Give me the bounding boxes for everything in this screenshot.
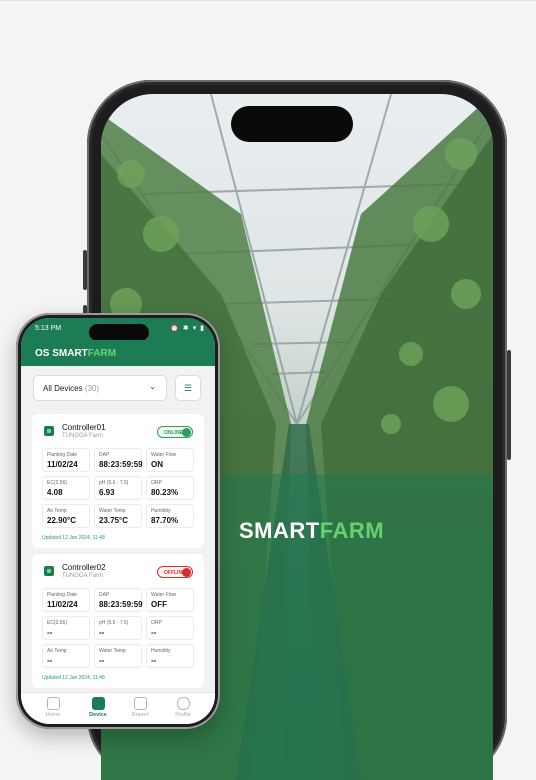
- report-icon: [133, 697, 147, 710]
- device-card[interactable]: Controller02 TUNGGA Farm OFFLINE Plantin…: [32, 554, 204, 688]
- farm-name: TUNGGA Farm: [62, 573, 104, 579]
- metric-ph: pH (5.6 - 7.5) --: [94, 616, 142, 640]
- nav-device[interactable]: Device: [80, 697, 116, 718]
- device-icon: [91, 697, 105, 710]
- filter-button[interactable]: ☰: [175, 375, 201, 401]
- metric-orp: ORP 80.23%: [146, 476, 194, 500]
- nav-report[interactable]: Report: [122, 697, 158, 718]
- metric-dap: DAP 88:23:59:59: [94, 448, 143, 472]
- device-filter-label: All Devices: [43, 384, 83, 393]
- top-divider: [0, 0, 536, 1]
- chevron-down-icon: ⌄: [149, 382, 156, 391]
- metric-water-flow: Water Flow ON: [146, 448, 194, 472]
- chip-icon: [44, 566, 54, 576]
- profile-icon: [176, 697, 190, 710]
- nav-profile[interactable]: Profile: [165, 697, 201, 718]
- filter-icon: ☰: [183, 383, 193, 393]
- metric-ec: EC(2.56) 4.08: [42, 476, 90, 500]
- metric-dap: DAP 88:23:59:59: [94, 588, 143, 612]
- farm-name: TUNGGA Farm: [62, 433, 104, 439]
- filter-row: All Devices (30) ⌄ ☰: [33, 375, 203, 401]
- metric-orp: ORP --: [146, 616, 194, 640]
- dynamic-island: [231, 106, 353, 142]
- status-time: 5:13 PM: [35, 325, 62, 332]
- chip-icon: [44, 426, 54, 436]
- device-list-screen: 5:13 PM ⏰ ✱ ▾ ▮ OS SMARTFARM All Devices…: [21, 318, 215, 724]
- metric-air-temp: Air Temp --: [42, 644, 90, 668]
- device-card[interactable]: Controller01 TUNGGA Farm ONLINE Planting…: [32, 414, 204, 548]
- dynamic-island: [89, 324, 149, 341]
- toggle-knob: [182, 428, 191, 437]
- smartfarm-logo: SMARTFARM: [239, 518, 385, 543]
- metric-humidity: Humidity 87.70%: [146, 504, 194, 528]
- app-title: OS SMARTFARM: [35, 348, 117, 359]
- nav-home[interactable]: Home: [35, 697, 71, 718]
- updated-timestamp: Updated 12 Jan 2024, 11:48: [42, 535, 105, 541]
- device-count: (30): [84, 384, 100, 393]
- toggle-knob: [182, 568, 191, 577]
- home-icon: [46, 697, 60, 710]
- device-name: Controller02: [62, 563, 106, 572]
- status-icons: ⏰ ✱ ▾ ▮: [170, 325, 205, 332]
- metric-air-temp: Air Temp 22.90°C: [42, 504, 90, 528]
- side-button: [507, 350, 511, 460]
- app-header: OS SMARTFARM: [21, 340, 215, 366]
- metric-planting-date: Planting Date 11/02/24: [42, 448, 90, 472]
- metric-humidity: Humidity --: [146, 644, 194, 668]
- metric-ph: pH (5.6 - 7.5) 6.93: [94, 476, 142, 500]
- metric-water-temp: Water Temp --: [94, 644, 142, 668]
- status-toggle[interactable]: OFFLINE: [157, 566, 193, 578]
- metric-planting-date: Planting Date 11/02/24: [42, 588, 90, 612]
- device-name: Controller01: [62, 423, 106, 432]
- metric-water-temp: Water Temp 23.75°C: [94, 504, 142, 528]
- updated-timestamp: Updated 12 Jan 2024, 11:48: [42, 675, 105, 681]
- front-phone-mockup: 5:13 PM ⏰ ✱ ▾ ▮ OS SMARTFARM All Devices…: [16, 313, 220, 729]
- device-filter-dropdown[interactable]: All Devices (30) ⌄: [33, 375, 167, 401]
- side-button: [83, 250, 87, 290]
- bottom-navigation: Home Device Report Profile: [21, 692, 215, 724]
- status-toggle[interactable]: ONLINE: [157, 426, 193, 438]
- metric-ec: EC(2.56) --: [42, 616, 90, 640]
- metric-water-flow: Water Flow OFF: [146, 588, 194, 612]
